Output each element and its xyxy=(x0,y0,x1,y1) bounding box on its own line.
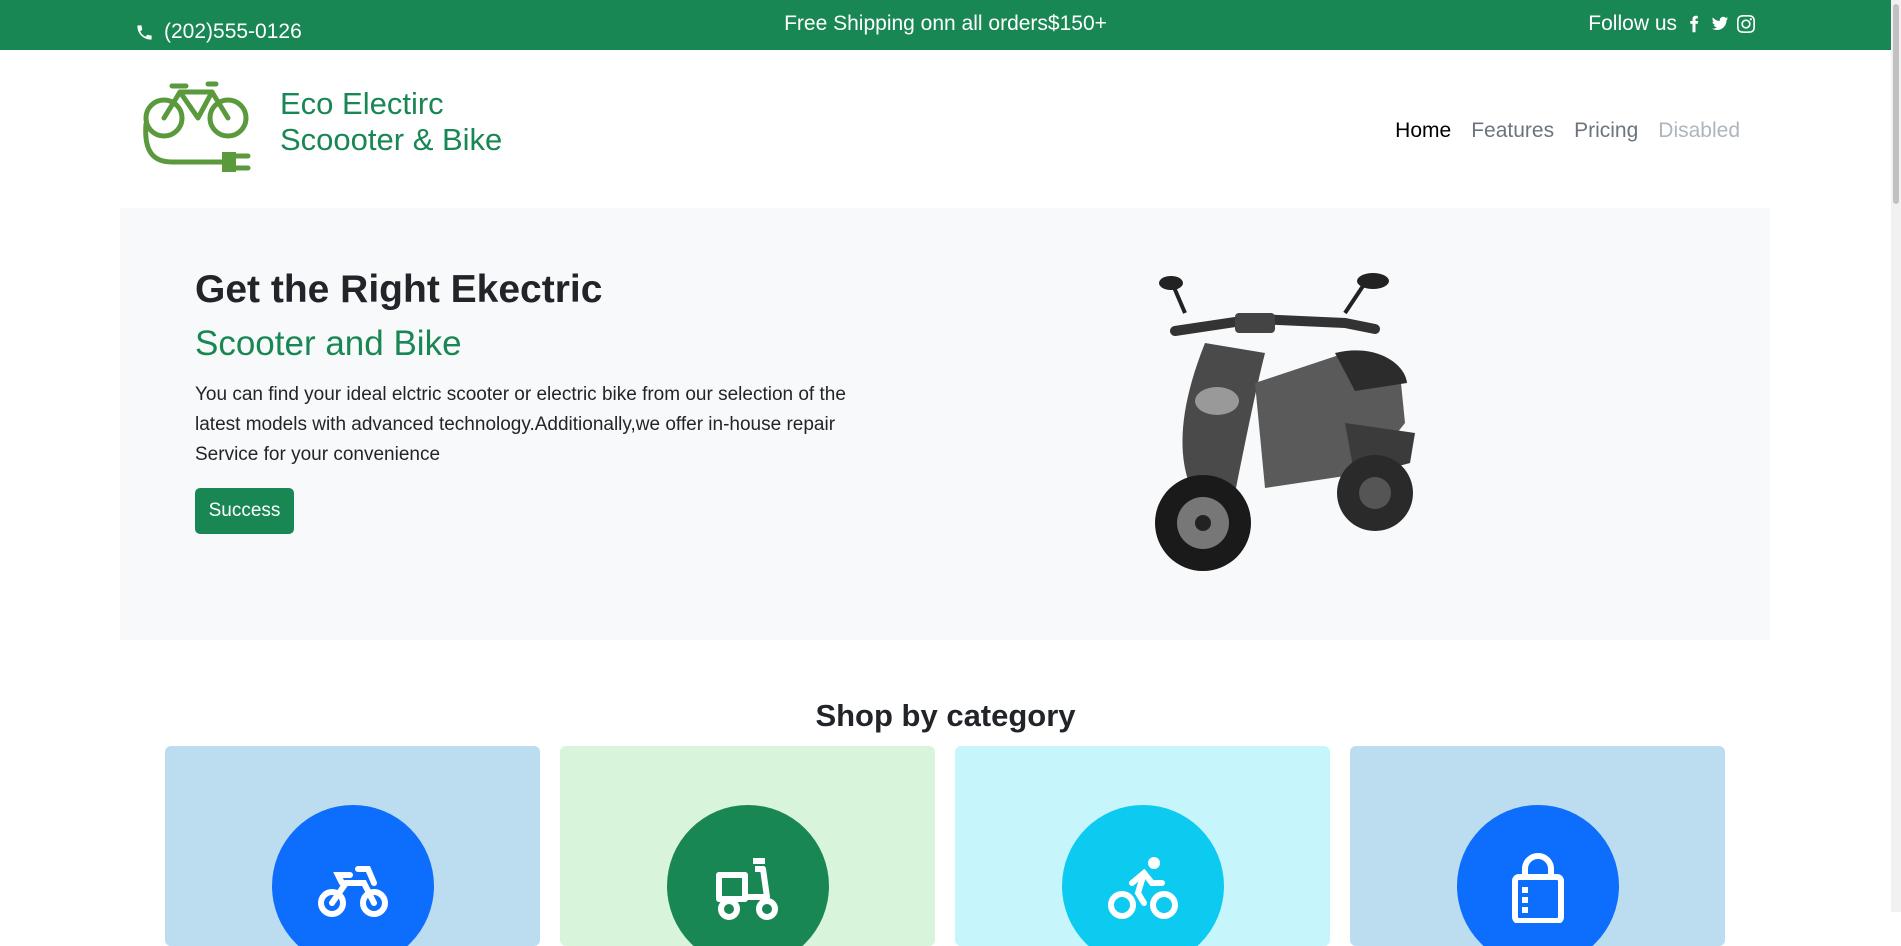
brand-line-1: Eco Electirc xyxy=(280,86,444,121)
delivery-scooter-icon xyxy=(716,858,778,920)
brand-name[interactable]: Eco Electirc Scoooter & Bike xyxy=(280,86,502,158)
hero-section: Get the Right Ekectric Scooter and Bike … xyxy=(120,208,1770,640)
success-button[interactable]: Success xyxy=(195,488,294,534)
twitter-icon[interactable] xyxy=(1711,15,1729,33)
page-scrollbar[interactable] xyxy=(1891,0,1901,912)
cyclist-icon xyxy=(1108,857,1178,919)
category-card-accessories[interactable] xyxy=(1350,746,1725,946)
motorcycle-icon xyxy=(318,866,388,917)
nav-pricing[interactable]: Pricing xyxy=(1574,119,1638,143)
social-links: Follow us xyxy=(1588,12,1755,36)
navbar: Eco Electirc Scoooter & Bike Home Featur… xyxy=(0,50,1891,208)
nav-disabled: Disabled xyxy=(1658,119,1740,142)
electric-scooter-image xyxy=(1155,273,1415,571)
category-circle xyxy=(1062,805,1224,946)
facebook-icon[interactable] xyxy=(1685,15,1703,33)
category-card-bike[interactable] xyxy=(955,746,1330,946)
category-circle xyxy=(272,805,434,946)
hero-subtitle: Scooter and Bike xyxy=(195,324,462,363)
shop-by-category-heading: Shop by category xyxy=(815,698,1076,733)
shopping-bag-icon xyxy=(1512,853,1564,923)
scrollbar-thumb[interactable] xyxy=(1893,4,1899,204)
nav-home[interactable]: Home xyxy=(1395,119,1451,143)
category-circle xyxy=(1457,805,1619,946)
follow-label: Follow us xyxy=(1588,12,1677,35)
hero-title: Get the Right Ekectric xyxy=(195,268,603,311)
category-circle xyxy=(667,805,829,946)
eco-bike-logo-icon[interactable] xyxy=(142,80,254,176)
brand-line-2: Scoooter & Bike xyxy=(280,122,503,157)
category-card-motorcycle[interactable] xyxy=(165,746,540,946)
top-bar: (202)555-0126 Free Shipping onn all orde… xyxy=(0,0,1901,50)
category-card-delivery[interactable] xyxy=(560,746,935,946)
hero-description: You can find your ideal elctric scooter … xyxy=(195,384,846,465)
instagram-icon[interactable] xyxy=(1737,15,1755,33)
main-nav: Home Features Pricing Disabled xyxy=(1395,119,1740,143)
nav-features[interactable]: Features xyxy=(1471,119,1554,143)
